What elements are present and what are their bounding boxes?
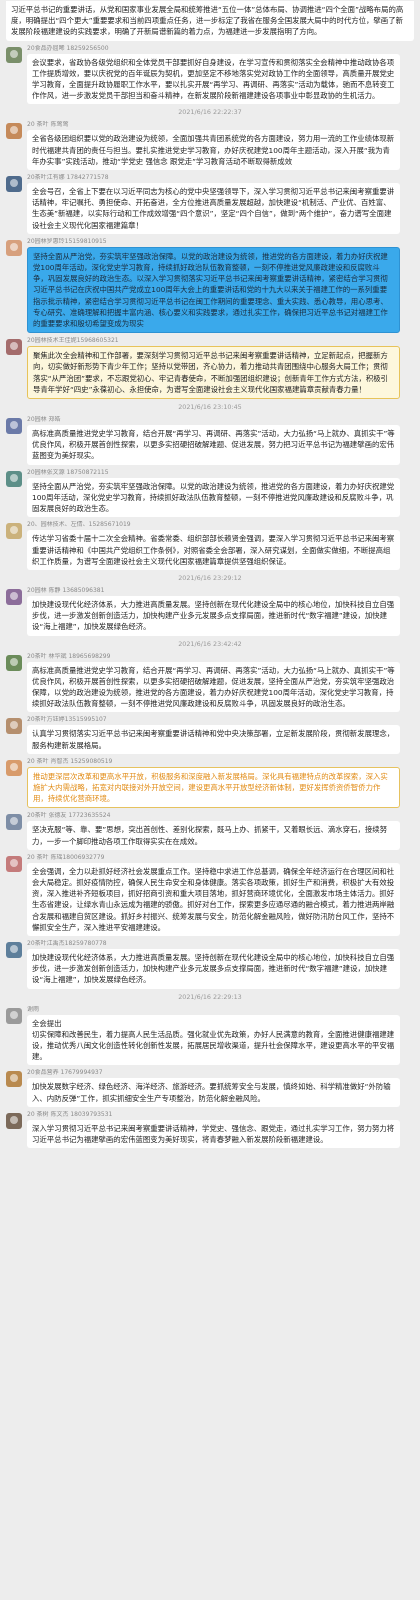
message-bubble[interactable]: 高标准高质量推进党史学习教育，结合开展“再学习、再调研、再落实”活动，大力弘扬“… <box>27 425 400 465</box>
avatar[interactable] <box>6 339 22 356</box>
chat-message: 谢雨全会提出 切实保障和改善民生，着力提高人民生活品质。强化就业优先政策，办好人… <box>0 1006 420 1066</box>
avatar[interactable] <box>6 239 22 256</box>
sender-name: 20茶叶江有娜 17842771578 <box>27 174 109 182</box>
message-bubble[interactable]: 高标准高质量推进党史学习教育，结合开展“再学习、再调研、再落实”活动，大力弘扬“… <box>27 661 400 713</box>
chat-message: 20食品办屈晞 18259256500 会议要求，省政协各级党组织和全体党员干部要… <box>0 45 420 105</box>
sender-name: 20 茶叶 陈莺莺 <box>27 121 69 129</box>
sender-name: 20茶叶 林华斌 18965698299 <box>27 652 111 660</box>
sender-name: 20园林 陈静 13685096381 <box>27 586 105 594</box>
timestamp: 2021/6/16 23:10:45 <box>178 403 242 412</box>
message-bubble[interactable]: 推动更深层次改革和更高水平开放，积极服务和深度融入新发展格局。深化具有福建特点的… <box>27 766 400 809</box>
timestamp: 2021/6/16 23:42:42 <box>178 639 242 648</box>
timestamp: 2021/6/16 22:22:37 <box>178 108 242 117</box>
chat-message: 20 茶叶 陈莺莺全省各级团组织要以党的政治建设为统领，全面加强共青团系统党的各… <box>0 121 420 171</box>
message-text: 加快建设现代化经济体系，大力推进高质量发展。坚持创新在现代化建设全局中的核心地位… <box>32 952 395 985</box>
message-text: 加快建设现代化经济体系，大力推进高质量发展。坚持创新在现代化建设全局中的核心地位… <box>32 599 395 632</box>
avatar[interactable] <box>6 941 22 958</box>
message-text: 坚决克服“等、靠、要”思想，突出首创性、差别化探索，既马上办、抓紧干，又着眼长远… <box>32 825 388 846</box>
message-text: 加快发展数字经济、绿色经济、海洋经济、旅游经济。要抓统筹安全与发展，慎终如始、科… <box>32 1082 391 1103</box>
chat-message: 20 茶树 陈文杰 18039793531 深入学习贯彻习近平总书记来闽考察重要讲… <box>0 1110 420 1149</box>
avatar[interactable] <box>6 523 22 540</box>
chat-message: 20茶叶 林华斌 18965698299 高标准高质量推进党史学习教育，结合开展“… <box>0 653 420 713</box>
message-bubble[interactable]: 坚持全面从严治党，夯实筑牢坚强政治保障。以党的政治建设为统领，推进党的各方面建设… <box>27 477 400 518</box>
chat-message: 20茶叶方钰婷13515995107 认真学习贯彻落实习近平总书记来闽考察重要讲话… <box>0 716 420 754</box>
chat-message: 20园林张文源 18750872115 坚持全面从严治党，夯实筑牢坚强政治保障。以… <box>0 469 420 518</box>
avatar[interactable] <box>6 418 22 435</box>
sender-name: 20食品营养 17679994937 <box>27 1069 103 1077</box>
avatar[interactable] <box>6 718 22 735</box>
message-bubble[interactable]: 坚持全面从严治党，夯实筑牢坚强政治保障。以党的政治建设为统领，推进党的各方面建设… <box>27 246 400 334</box>
message-text: 全会提出 切实保障和改善民生，着力提高人民生活品质。强化就业优先政策，办好人民满… <box>32 1018 395 1062</box>
avatar[interactable] <box>6 759 22 776</box>
chat-message: 20园林 陈静 13685096381 加快建设现代化经济体系，大力推进高质量发展… <box>0 587 420 636</box>
message-bubble[interactable]: 习近平总书记的重要讲话，从党和国家事业发展全局和统筹推进“五位一体”总体布局、协… <box>6 1 414 41</box>
message-bubble[interactable]: 会议要求，省政协各级党组织和全体党员干部要抓好自身建设，在学习宣传和贯彻落实全会… <box>27 53 400 105</box>
chat-message: 20茶叶 张德友 17723635524 坚决克服“等、靠、要”思想，突出首创性、… <box>0 812 420 850</box>
message-text: 习近平总书记的重要讲话，从党和国家事业发展全局和统筹推进“五位一体”总体布局、协… <box>11 5 404 37</box>
message-bubble[interactable]: 坚决克服“等、靠、要”思想，突出首创性、差别化探索，既马上办、抓紧干，又着眼长远… <box>27 821 400 850</box>
message-text: 坚持全面从严治党，夯实筑牢坚强政治保障。以党的政治建设为统领，推进党的各方面建设… <box>33 251 388 329</box>
sender-name: 20园林 郑皓 <box>27 416 61 424</box>
avatar[interactable] <box>6 1071 22 1088</box>
sender-name: 谢雨 <box>27 1005 40 1013</box>
message-text: 全会号召，全省上下要在以习近平同志为核心的党中央坚强领导下，深入学习贯彻习近平总… <box>32 187 395 230</box>
message-bubble[interactable]: 全会号召，全省上下要在以习近平同志为核心的党中央坚强领导下，深入学习贯彻习近平总… <box>27 183 400 234</box>
sender-name: 20园林技术王佳妮15968605321 <box>27 337 119 345</box>
avatar[interactable] <box>6 588 22 605</box>
message-bubble[interactable]: 深入学习贯彻习近平总书记来闽考察重要讲话精神，学党史、强信念、跟党走，通过扎实学… <box>27 1119 400 1149</box>
message-text: 全会强调，全力以赴抓好经济社会发展重点工作。坚持稳中求进工作总基调，确保全年经济… <box>32 866 395 932</box>
sender-name: 20园林罗惠玲15159810915 <box>27 237 107 245</box>
chat-message: 20茶叶江禹杰18259780778 加快建设现代化经济体系，大力推进高质量发展。… <box>0 940 420 989</box>
chat-message: 20食品营养 17679994937 加快发展数字经济、绿色经济、海洋经济、旅游经… <box>0 1069 420 1107</box>
chat-message: 20园林 郑皓高标准高质量推进党史学习教育，结合开展“再学习、再调研、再落实”活… <box>0 416 420 465</box>
timestamp: 2021/6/16 22:29:13 <box>178 992 242 1001</box>
sender-name: 20茶叶 张德友 17723635524 <box>27 812 111 820</box>
message-bubble[interactable]: 加快发展数字经济、绿色经济、海洋经济、旅游经济。要抓统筹安全与发展，慎终如始、科… <box>27 1078 400 1107</box>
avatar[interactable] <box>6 814 22 831</box>
sender-name: 20园林张文源 18750872115 <box>27 468 109 476</box>
message-text: 高标准高质量推进党史学习教育，结合开展“再学习、再调研、再落实”活动，大力弘扬“… <box>32 429 395 461</box>
message-bubble[interactable]: 加快建设现代化经济体系，大力推进高质量发展。坚持创新在现代化建设全局中的核心地位… <box>27 948 400 989</box>
message-text: 深入学习贯彻习近平总书记来闽考察重要讲话精神，学党史、强信念、跟党走，通过扎实学… <box>32 1123 395 1144</box>
sender-name: 20食品办屈晞 18259256500 <box>27 44 109 52</box>
message-text: 推动更深层次改革和更高水平开放，积极服务和深度融入新发展格局。深化具有福建特点的… <box>33 771 388 804</box>
sender-name: 20茶叶方钰婷13515995107 <box>27 716 107 724</box>
avatar[interactable] <box>6 855 22 872</box>
message-bubble[interactable]: 传达学习省委十届十二次全会精神。省委常委、组织部部长赖贤金强调，要深入学习贯彻习… <box>27 530 400 570</box>
sender-name: 20 茶叶 陈瑶18006932779 <box>27 853 105 861</box>
message-text: 坚持全面从严治党，夯实筑牢坚强政治保障。以党的政治建设为统领，推进党的各方面建设… <box>32 481 395 514</box>
message-bubble[interactable]: 聚焦此次全会精神和工作部署，要深刻学习贯彻习近平总书记来闽考察重要讲话精神，立足… <box>27 346 400 400</box>
sender-name: 20 茶叶 肖智杰 15259080519 <box>27 757 113 765</box>
message-bubble[interactable]: 认真学习贯彻落实习近平总书记来闽考察重要讲话精神和党中央决策部署，立足新发展阶段… <box>27 725 400 754</box>
avatar[interactable] <box>6 470 22 487</box>
chat-message: 20园林罗惠玲15159810915 坚持全面从严治党，夯实筑牢坚强政治保障。以党… <box>0 237 420 334</box>
sender-name: 20、园林技术、左倩、15285671019 <box>27 521 131 529</box>
sender-name: 20 茶树 陈文杰 18039793531 <box>27 1110 113 1118</box>
message-text: 高标准高质量推进党史学习教育，结合开展“再学习、再调研、再落实”活动，大力弘扬“… <box>32 665 395 709</box>
avatar[interactable] <box>6 123 22 140</box>
timestamp: 2021/6/16 23:29:12 <box>178 573 242 582</box>
avatar[interactable] <box>6 46 22 63</box>
chat-message: 习近平总书记的重要讲话，从党和国家事业发展全局和统筹推进“五位一体”总体布局、协… <box>0 0 420 41</box>
avatar[interactable] <box>6 1112 22 1129</box>
message-text: 会议要求，省政协各级党组织和全体党员干部要抓好自身建设，在学习宣传和贯彻落实全会… <box>32 57 395 101</box>
message-bubble[interactable]: 全省各级团组织要以党的政治建设为统领，全面加强共青团系统党的各方面建设，努力用一… <box>27 130 400 171</box>
message-text: 传达学习省委十届十二次全会精神。省委常委、组织部部长赖贤金强调，要深入学习贯彻习… <box>32 534 395 566</box>
message-text: 全省各级团组织要以党的政治建设为统领，全面加强共青团系统党的各方面建设，努力用一… <box>32 134 395 166</box>
avatar[interactable] <box>6 176 22 193</box>
chat-message: 20、园林技术、左倩、15285671019 传达学习省委十届十二次全会精神。省委… <box>0 521 420 570</box>
chat-feed[interactable]: 习近平总书记的重要讲话，从党和国家事业发展全局和统筹推进“五位一体”总体布局、协… <box>0 0 420 1149</box>
chat-message: 20 茶叶 陈瑶18006932779 全会强调，全力以赴抓好经济社会发展重点工作… <box>0 854 420 936</box>
sender-name: 20茶叶江禹杰18259780778 <box>27 939 107 947</box>
message-bubble[interactable]: 加快建设现代化经济体系，大力推进高质量发展。坚持创新在现代化建设全局中的核心地位… <box>27 595 400 636</box>
chat-message: 20 茶叶 肖智杰 15259080519 推动更深层次改革和更高水平开放，积极服… <box>0 758 420 809</box>
chat-message: 20园林技术王佳妮15968605321 聚焦此次全会精神和工作部署，要深刻学习贯… <box>0 337 420 400</box>
message-bubble[interactable]: 全会强调，全力以赴抓好经济社会发展重点工作。坚持稳中求进工作总基调，确保全年经济… <box>27 862 400 936</box>
chat-message: 20茶叶江有娜 17842771578 全会号召，全省上下要在以习近平同志为核心的… <box>0 174 420 234</box>
avatar[interactable] <box>6 1007 22 1024</box>
message-bubble[interactable]: 全会提出 切实保障和改善民生，着力提高人民生活品质。强化就业优先政策，办好人民满… <box>27 1014 400 1066</box>
message-text: 聚焦此次全会精神和工作部署，要深刻学习贯彻习近平总书记来闽考察重要讲话精神，立足… <box>33 351 389 394</box>
message-text: 认真学习贯彻落实习近平总书记来闽考察重要讲话精神和党中央决策部署，立足新发展阶段… <box>32 729 395 750</box>
avatar[interactable] <box>6 654 22 671</box>
